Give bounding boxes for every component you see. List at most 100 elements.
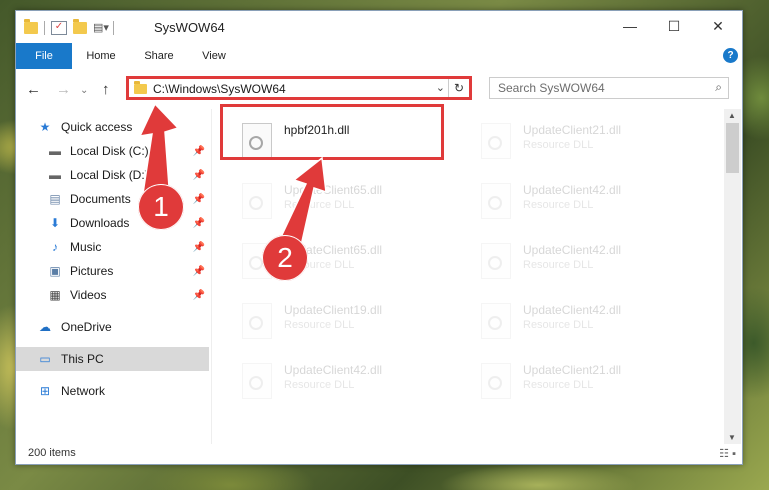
file-name: UpdateClient65.dll <box>284 183 383 197</box>
gear-icon <box>488 376 502 390</box>
dll-file-icon <box>481 243 511 279</box>
pin-icon[interactable]: 📌 <box>193 170 205 181</box>
tab-share[interactable]: Share <box>136 43 182 69</box>
refresh-icon[interactable]: ↻ <box>448 79 469 97</box>
file-description: Resource DLL <box>523 379 594 391</box>
sidebar-item-quick-access[interactable]: ★ Quick access <box>16 115 209 139</box>
sidebar-item-label: Local Disk (D:) <box>70 168 149 182</box>
status-bar: 200 items ☷ ▪ <box>16 444 742 464</box>
dll-file-icon <box>242 303 272 339</box>
maximize-button[interactable]: ☐ <box>654 15 694 39</box>
new-folder-icon[interactable] <box>73 19 87 34</box>
file-item[interactable]: UpdateClient42.dll Resource DLL <box>475 235 705 287</box>
sidebar-item-videos[interactable]: ▦ Videos 📌 <box>16 283 209 307</box>
pin-icon[interactable]: 📌 <box>193 194 205 205</box>
sidebar-item-local-disk-c[interactable]: ▬ Local Disk (C:) 📌 <box>16 139 209 163</box>
gear-icon <box>249 256 263 270</box>
file-name: UpdateClient42.dll <box>284 363 383 377</box>
pictures-icon: ▣ <box>49 264 61 278</box>
dll-file-icon <box>242 363 272 399</box>
search-input[interactable]: Search SysWOW64 ⌕ <box>489 77 729 99</box>
file-item[interactable]: UpdateClient21.dll Resource DLL <box>475 115 705 167</box>
forward-arrow-icon[interactable]: → <box>56 81 71 98</box>
file-item[interactable]: UpdateClient42.dll Resource DLL <box>475 175 705 227</box>
folder-icon <box>24 19 38 34</box>
gear-icon <box>488 196 502 210</box>
close-button[interactable]: ✕ <box>698 15 738 39</box>
sidebar-item-network[interactable]: ⊞ Network <box>16 379 209 403</box>
customize-toolbar-icon[interactable]: ▤▾ <box>93 22 109 34</box>
address-path[interactable]: C:\Windows\SysWOW64 <box>153 82 286 96</box>
file-explorer-window: ✓ ▤▾ SysWOW64 — ☐ ✕ File Home Share View… <box>15 10 743 465</box>
view-toggle-icons[interactable]: ☷ ▪ <box>719 447 736 460</box>
recent-locations-icon[interactable]: ⌄ <box>80 85 88 96</box>
sidebar-item-music[interactable]: ♪ Music 📌 <box>16 235 209 259</box>
properties-icon[interactable]: ✓ <box>51 21 67 35</box>
tab-file[interactable]: File <box>16 43 72 69</box>
pin-icon[interactable]: 📌 <box>193 290 205 301</box>
folder-icon <box>134 81 147 94</box>
file-name: UpdateClient21.dll <box>523 363 622 377</box>
minimize-button[interactable]: — <box>610 15 650 39</box>
computer-icon: ▭ <box>39 352 51 366</box>
sidebar-item-label: Documents <box>70 192 131 206</box>
tab-view[interactable]: View <box>192 43 236 69</box>
pin-icon[interactable]: 📌 <box>193 242 205 253</box>
item-count: 200 items <box>28 447 76 459</box>
file-description: Resource DLL <box>523 199 594 211</box>
help-icon[interactable]: ? <box>723 48 738 63</box>
file-name: UpdateClient19.dll <box>284 303 383 317</box>
gear-icon <box>488 316 502 330</box>
star-icon: ★ <box>39 120 51 134</box>
network-icon: ⊞ <box>39 384 51 398</box>
sidebar-item-label: This PC <box>61 352 104 366</box>
search-icon: ⌕ <box>715 80 722 94</box>
sidebar-item-onedrive[interactable]: ☁ OneDrive <box>16 315 209 339</box>
navigation-bar: ← → ⌄ ↑ C:\Windows\SysWOW64 ⌄ ↻ Search S… <box>16 69 742 109</box>
file-name: UpdateClient42.dll <box>523 303 622 317</box>
file-description: Resource DLL <box>523 319 594 331</box>
up-arrow-icon[interactable]: ↑ <box>102 81 110 98</box>
sidebar-item-this-pc[interactable]: ▭ This PC <box>16 347 209 371</box>
file-item[interactable]: UpdateClient65.dll Resource DLL <box>236 175 466 227</box>
title-bar: ✓ ▤▾ SysWOW64 — ☐ ✕ <box>16 11 742 43</box>
file-item[interactable]: UpdateClient21.dll Resource DLL <box>475 355 705 407</box>
address-bar[interactable]: C:\Windows\SysWOW64 ⌄ ↻ <box>126 76 472 100</box>
file-name: UpdateClient42.dll <box>523 183 622 197</box>
toolbar-separator <box>44 21 45 35</box>
documents-icon: ▤ <box>49 192 61 206</box>
sidebar-item-pictures[interactable]: ▣ Pictures 📌 <box>16 259 209 283</box>
drive-icon: ▬ <box>49 168 61 182</box>
sidebar-item-label: Network <box>61 384 106 398</box>
file-item[interactable]: UpdateClient19.dll Resource DLL <box>236 295 466 347</box>
vertical-scrollbar[interactable]: ▲ ▼ <box>724 109 741 444</box>
quick-access-toolbar: ✓ ▤▾ <box>24 19 114 35</box>
sidebar-item-local-disk-d[interactable]: ▬ Local Disk (D:) 📌 <box>16 163 209 187</box>
pin-icon[interactable]: 📌 <box>193 266 205 277</box>
scroll-up-icon[interactable]: ▲ <box>728 111 736 120</box>
gear-icon <box>249 316 263 330</box>
file-description: Resource DLL <box>523 259 594 271</box>
pin-icon[interactable]: 📌 <box>193 218 205 229</box>
scroll-down-icon[interactable]: ▼ <box>728 433 736 442</box>
sidebar-item-label: Downloads <box>70 216 130 230</box>
sidebar-item-label: Quick access <box>61 120 133 134</box>
gear-icon <box>249 376 263 390</box>
gear-icon <box>249 196 263 210</box>
dll-file-icon <box>242 183 272 219</box>
tab-home[interactable]: Home <box>78 43 124 69</box>
chevron-down-icon[interactable]: ⌄ <box>436 81 445 94</box>
dll-file-icon <box>481 303 511 339</box>
window-title: SysWOW64 <box>154 20 225 35</box>
pin-icon[interactable]: 📌 <box>193 146 205 157</box>
ribbon-tabs: File Home Share View ? <box>16 43 742 70</box>
back-arrow-icon[interactable]: ← <box>26 81 41 98</box>
cloud-icon: ☁ <box>39 320 51 334</box>
file-item[interactable]: UpdateClient42.dll Resource DLL <box>475 295 705 347</box>
sidebar-item-label: Pictures <box>70 264 114 278</box>
search-placeholder: Search SysWOW64 <box>498 81 605 95</box>
sidebar-item-label: Music <box>70 240 102 254</box>
file-item[interactable]: UpdateClient42.dll Resource DLL <box>236 355 466 407</box>
scrollbar-thumb[interactable] <box>726 123 739 173</box>
navigation-pane: ★ Quick access ▬ Local Disk (C:) 📌 ▬ Loc… <box>16 109 209 444</box>
